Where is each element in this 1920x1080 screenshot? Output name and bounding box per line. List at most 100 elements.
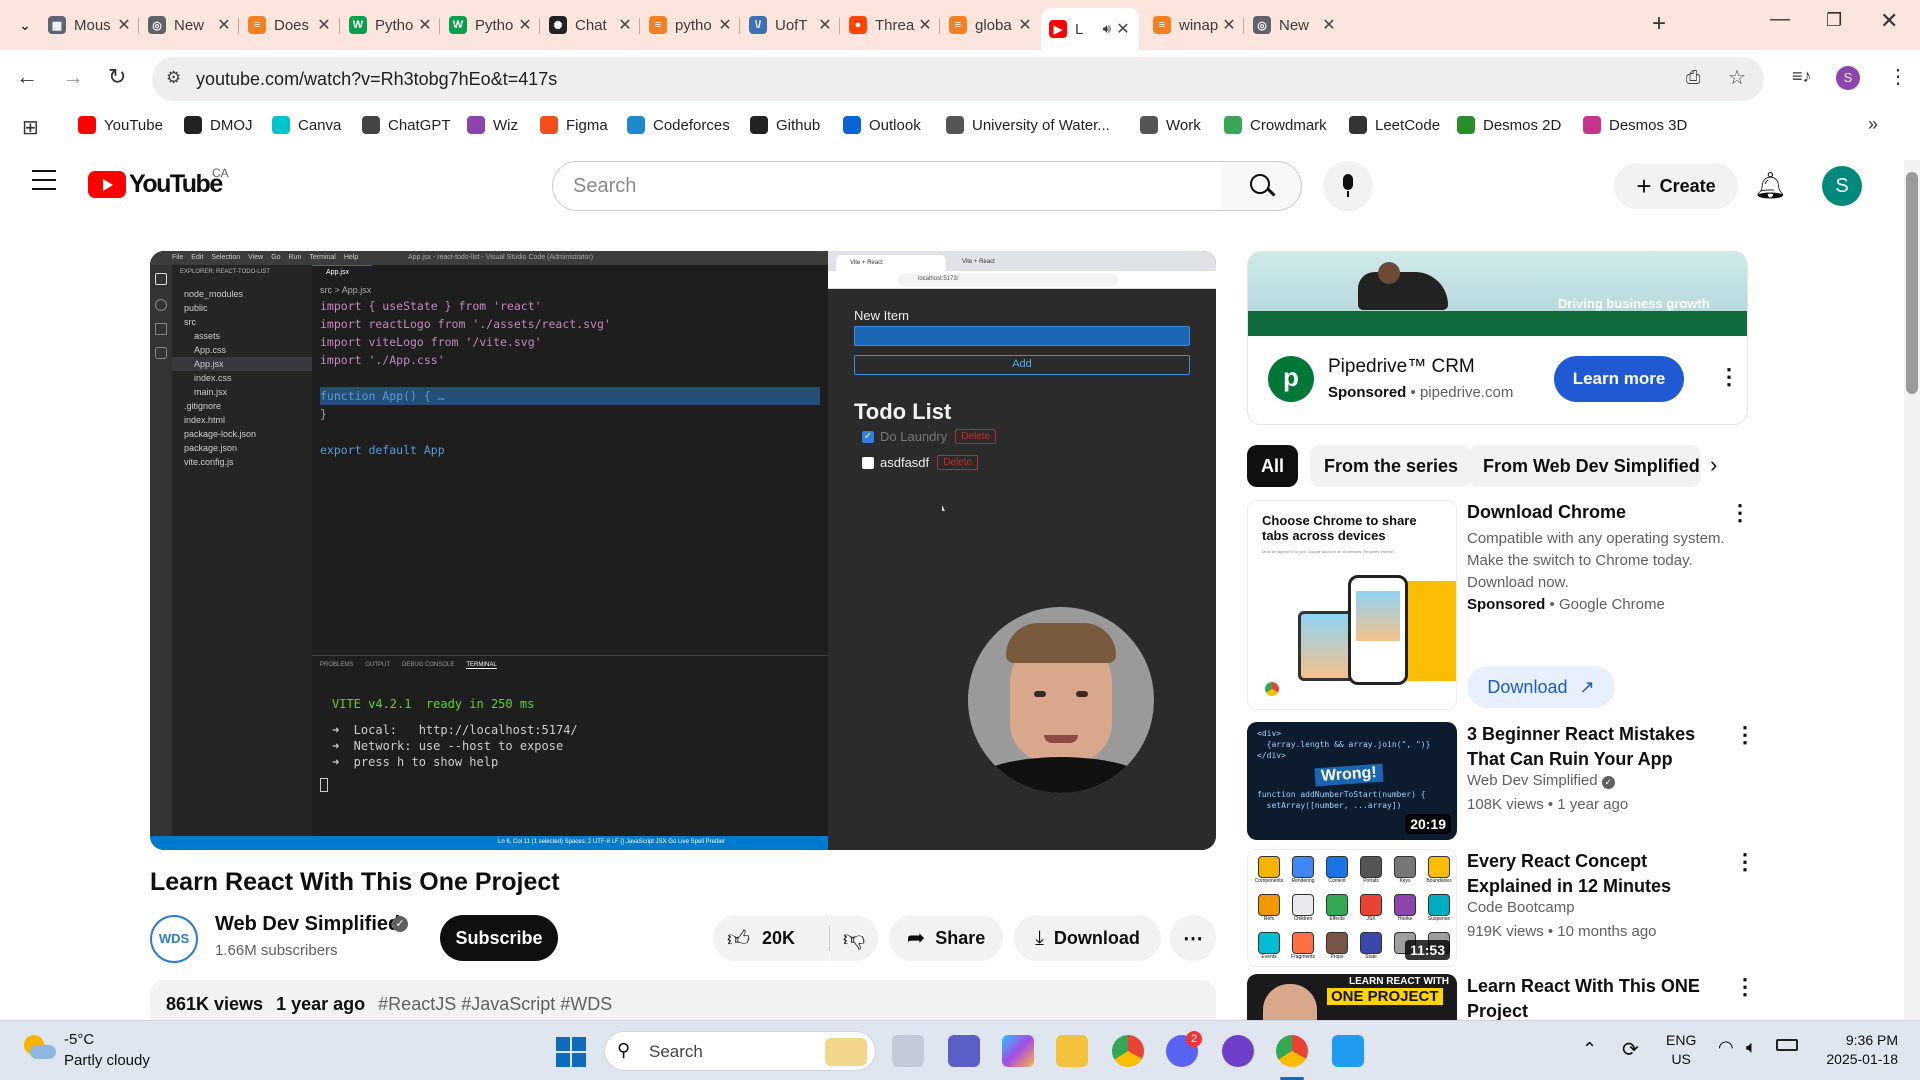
browser-tab[interactable]: ≡ winap ✕ — [1145, 8, 1245, 42]
browser-tab[interactable]: \/ UofT ✕ — [741, 8, 841, 42]
like-button[interactable]: 👍︎ 20K — [713, 915, 829, 961]
search-button[interactable] — [1222, 161, 1302, 211]
voice-search-button[interactable] — [1323, 161, 1373, 211]
tab-close-icon[interactable]: ✕ — [917, 15, 933, 35]
recommendation-item[interactable]: Choose Chrome to share tabs across devic… — [1247, 500, 1767, 715]
dislike-button[interactable]: 👎︎ — [830, 915, 878, 961]
bookmark-item[interactable]: Canva — [272, 116, 341, 134]
download-button[interactable]: ⤓ Download — [1014, 915, 1161, 961]
clock[interactable]: 9:36 PM 2025-01-18 — [1818, 1031, 1898, 1069]
hashtags[interactable]: #ReactJS #JavaScript #WDS — [378, 994, 612, 1014]
back-button[interactable]: ← — [16, 64, 38, 90]
filter-chip[interactable]: From Web Dev Simplified — [1469, 445, 1701, 487]
browser-tab[interactable]: ≡ pytho ✕ — [641, 8, 741, 42]
tab-close-icon[interactable]: ✕ — [617, 15, 633, 35]
apps-grid-icon[interactable]: ⊞ — [22, 115, 39, 140]
search-input[interactable]: Search — [552, 161, 1224, 211]
browser-tab[interactable]: ▦ Mous ✕ — [40, 8, 140, 42]
rec-title[interactable]: Learn React With This ONE Project — [1467, 974, 1727, 1020]
bookmark-item[interactable]: University of Water... — [946, 116, 1110, 134]
tab-close-icon[interactable]: ✕ — [517, 15, 533, 35]
bookmark-item[interactable]: Crowdmark — [1224, 116, 1327, 134]
forward-button[interactable]: → — [62, 64, 84, 90]
vscode-icon[interactable] — [1332, 1035, 1364, 1067]
tab-close-icon[interactable]: ✕ — [1017, 15, 1033, 35]
install-app-icon[interactable]: ⎙ — [1686, 67, 1700, 88]
scrollbar-thumb[interactable] — [1906, 172, 1918, 394]
channel-name[interactable]: Web Dev Simplified — [215, 913, 400, 936]
bookmark-item[interactable]: Desmos 3D — [1583, 116, 1687, 134]
rec-more-icon[interactable]: ⋮ — [1734, 849, 1756, 875]
rec-more-icon[interactable]: ⋮ — [1734, 722, 1756, 748]
sync-icon[interactable]: ⟳ — [1622, 1037, 1639, 1062]
notifications-bell-icon[interactable]: 🔔︎ — [1754, 170, 1787, 201]
account-avatar[interactable]: S — [1822, 166, 1862, 206]
teams-icon[interactable] — [948, 1035, 980, 1067]
subscribe-button[interactable]: Subscribe — [440, 915, 558, 961]
recommendation-item[interactable]: <div> {array.length && array.join(", ")}… — [1247, 722, 1767, 840]
browser-tab[interactable]: W Pytho ✕ — [341, 8, 441, 42]
browser-tab[interactable]: W Pytho ✕ — [441, 8, 541, 42]
tab-close-icon[interactable]: ✕ — [1115, 19, 1131, 39]
browser-tab[interactable]: ● Threa ✕ — [841, 8, 941, 42]
tab-close-icon[interactable]: ✕ — [717, 15, 733, 35]
weather-desc[interactable]: Partly cloudy — [64, 1052, 150, 1069]
bookmark-item[interactable]: YouTube — [78, 116, 163, 134]
language-indicator[interactable]: ENG US — [1666, 1031, 1696, 1069]
video-player[interactable]: File Edit Selection View Go Run Terminal Help A… — [150, 251, 1216, 850]
volume-icon[interactable]: 🔈︎ — [1746, 1037, 1757, 1058]
bookmark-item[interactable]: Figma — [540, 116, 608, 134]
bookmark-item[interactable]: DMOJ — [184, 116, 253, 134]
page-scrollbar[interactable] — [1904, 160, 1920, 1020]
show-hidden-icons[interactable]: ⌃ — [1582, 1039, 1597, 1060]
task-view-icon[interactable] — [892, 1035, 924, 1067]
create-button[interactable]: + Create — [1614, 163, 1738, 209]
youtube-logo[interactable]: YouTube — [88, 170, 223, 199]
site-info-icon[interactable]: ⚙ — [166, 68, 181, 88]
rec-more-icon[interactable]: ⋮ — [1729, 500, 1751, 526]
bookmark-item[interactable]: Codeforces — [627, 116, 730, 134]
hamburger-menu-icon[interactable] — [32, 170, 56, 190]
chrome-icon[interactable] — [1112, 1035, 1144, 1067]
github-desktop-icon[interactable] — [1222, 1035, 1254, 1067]
learn-more-button[interactable]: Learn more — [1554, 356, 1684, 402]
tab-search-button[interactable]: ⌄ — [12, 12, 38, 38]
chrome-active-icon[interactable] — [1276, 1035, 1308, 1067]
bookmark-item[interactable]: Work — [1140, 116, 1201, 134]
browser-tab[interactable]: ◎ New ✕ — [140, 8, 240, 42]
ad-more-icon[interactable]: ⋮ — [1718, 364, 1740, 390]
tab-close-icon[interactable]: ✕ — [817, 15, 833, 35]
restore-button[interactable]: ❐ — [1826, 10, 1842, 31]
copilot-icon[interactable] — [1002, 1035, 1034, 1067]
rec-title[interactable]: Download Chrome — [1467, 500, 1727, 525]
filter-chip[interactable]: From the series — [1310, 445, 1473, 487]
bookmark-item[interactable]: Wiz — [467, 116, 518, 134]
bookmark-item[interactable]: ChatGPT — [362, 116, 451, 134]
recommendation-item[interactable]: LEARN REACT WITH ONE PROJECT Learn React… — [1247, 974, 1767, 1020]
wifi-icon[interactable]: ◠ — [1718, 1037, 1734, 1058]
taskbar-search[interactable]: ⚲ Search — [604, 1031, 876, 1071]
bookmark-item[interactable]: LeetCode — [1349, 116, 1440, 134]
tab-close-icon[interactable]: ✕ — [1221, 15, 1237, 35]
tab-close-icon[interactable]: ✕ — [116, 15, 132, 35]
reload-button[interactable]: ↻ — [108, 64, 126, 90]
browser-tab[interactable]: ✺ Chat ✕ — [541, 8, 641, 42]
tab-close-icon[interactable]: ✕ — [1321, 15, 1337, 35]
recommendation-item[interactable]: Components Rendering Context Portals Keys Bou… — [1247, 849, 1767, 967]
bookmark-star-icon[interactable]: ☆ — [1728, 65, 1746, 90]
tab-close-icon[interactable]: ✕ — [216, 15, 232, 35]
sidebar-ad[interactable]: Driving business growth p Pipedrive™ CRM… — [1247, 251, 1748, 425]
new-tab-button[interactable]: + — [1652, 10, 1666, 38]
rec-more-icon[interactable]: ⋮ — [1734, 974, 1756, 1000]
close-window-button[interactable]: ✕ — [1880, 8, 1898, 34]
start-button[interactable] — [556, 1037, 586, 1067]
media-control-icon[interactable]: ≡♪ — [1792, 66, 1812, 87]
minimize-button[interactable]: — — [1770, 8, 1790, 31]
bookmark-item[interactable]: Desmos 2D — [1457, 116, 1561, 134]
share-button[interactable]: ➦ Share — [889, 915, 1003, 961]
browser-tab[interactable]: ≡ globa ✕ — [941, 8, 1041, 42]
tab-close-icon[interactable]: ✕ — [417, 15, 433, 35]
profile-avatar[interactable]: S — [1836, 66, 1860, 90]
filter-chip[interactable]: All — [1247, 445, 1299, 487]
weather-icon[interactable] — [20, 1035, 56, 1063]
